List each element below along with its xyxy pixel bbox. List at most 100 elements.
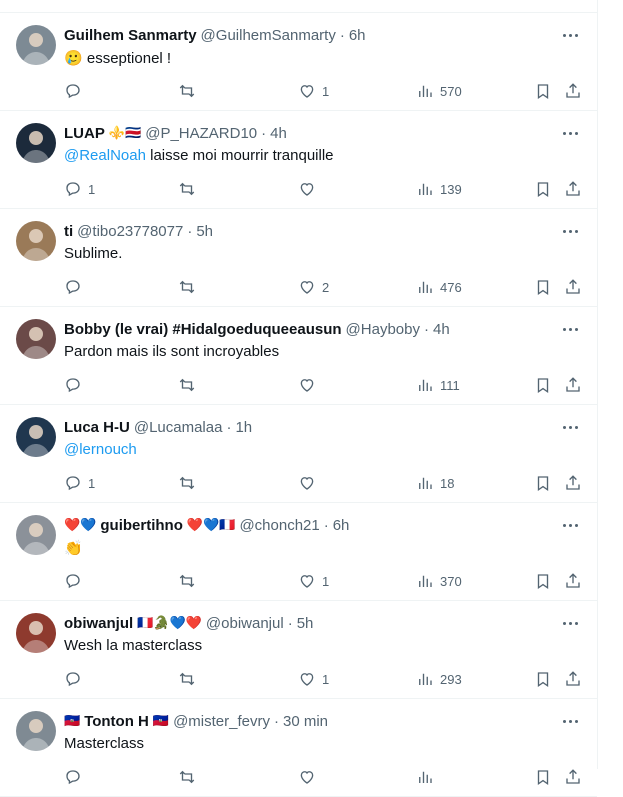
display-name[interactable]: ti [64, 223, 73, 240]
display-name[interactable]: guibertihno [100, 517, 183, 534]
bookmark-button[interactable] [534, 375, 552, 395]
timestamp[interactable]: 30 min [283, 713, 328, 730]
tweet[interactable]: obiwanjul 🇫🇷🐊💙❤️ @obiwanjul · 5h Wesh la mast… [0, 601, 597, 699]
more-button[interactable] [559, 223, 581, 239]
timestamp[interactable]: 1h [235, 419, 252, 436]
views-button[interactable]: 370 [416, 571, 462, 591]
avatar[interactable] [16, 25, 56, 65]
share-button[interactable] [564, 179, 582, 199]
reply-button[interactable] [64, 81, 88, 101]
handle[interactable]: @Lucamalaa [134, 419, 223, 436]
bookmark-icon [537, 84, 549, 100]
retweet-button[interactable] [178, 179, 196, 199]
more-button[interactable] [559, 419, 581, 435]
tweet[interactable]: Guilhem Sanmarty @GuilhemSanmarty · 6h 🥲 ess… [0, 13, 597, 111]
timestamp[interactable]: 6h [349, 27, 366, 44]
mention-link[interactable]: @lernouch [64, 441, 137, 458]
views-button[interactable]: 139 [416, 179, 462, 199]
bookmark-button[interactable] [534, 179, 552, 199]
reply-button[interactable]: 1 [64, 179, 95, 199]
avatar[interactable] [16, 319, 56, 359]
avatar[interactable] [16, 123, 56, 163]
reply-button[interactable] [64, 571, 88, 591]
bookmark-button[interactable] [534, 767, 552, 787]
bookmark-button[interactable] [534, 669, 552, 689]
display-name[interactable]: Guilhem Sanmarty [64, 27, 197, 44]
reply-button[interactable] [64, 375, 88, 395]
timestamp[interactable]: 4h [433, 321, 450, 338]
views-button[interactable] [416, 767, 440, 787]
views-button[interactable]: 18 [416, 473, 454, 493]
reply-button[interactable]: 1 [64, 473, 95, 493]
share-button[interactable] [564, 767, 582, 787]
bookmark-button[interactable] [534, 473, 552, 493]
display-name[interactable]: Tonton H [84, 713, 149, 730]
more-button[interactable] [559, 517, 581, 533]
avatar[interactable] [16, 221, 56, 261]
like-button[interactable] [298, 375, 322, 395]
tweet[interactable]: ti @tibo23778077 · 5h Sublime. 2 476 [0, 209, 597, 307]
handle[interactable]: @mister_fevry [173, 713, 270, 730]
views-button[interactable]: 570 [416, 81, 462, 101]
bookmark-button[interactable] [534, 571, 552, 591]
tweet[interactable]: Luca H-U @Lucamalaa · 1h @lernouch 1 18 [0, 405, 597, 503]
reply-button[interactable] [64, 277, 88, 297]
timestamp[interactable]: 5h [297, 615, 314, 632]
tweet[interactable]: LUAP ⚜️🇨🇷 @P_HAZARD10 · 4h @RealNoah laisse m… [0, 111, 597, 209]
handle[interactable]: @tibo23778077 [77, 223, 183, 240]
retweet-icon [179, 770, 195, 784]
more-button[interactable] [559, 27, 581, 43]
retweet-button[interactable] [178, 473, 196, 493]
handle[interactable]: @Hayboby [346, 321, 420, 338]
retweet-button[interactable] [178, 767, 196, 787]
views-button[interactable]: 111 [416, 375, 460, 395]
share-button[interactable] [564, 571, 582, 591]
timestamp[interactable]: 4h [270, 125, 287, 142]
display-name[interactable]: Luca H-U [64, 419, 130, 436]
more-button[interactable] [559, 615, 581, 631]
display-name[interactable]: Bobby (le vrai) #Hidalgoeduqueeausun [64, 321, 342, 338]
display-name[interactable]: LUAP [64, 125, 105, 142]
handle[interactable]: @P_HAZARD10 [145, 125, 257, 142]
bookmark-button[interactable] [534, 81, 552, 101]
bookmark-button[interactable] [534, 277, 552, 297]
like-button[interactable] [298, 473, 322, 493]
mention-link[interactable]: @RealNoah [64, 147, 146, 164]
share-button[interactable] [564, 473, 582, 493]
like-button[interactable] [298, 767, 322, 787]
avatar[interactable] [16, 613, 56, 653]
avatar[interactable] [16, 711, 56, 751]
reply-button[interactable] [64, 669, 88, 689]
like-button[interactable]: 1 [298, 571, 329, 591]
like-button[interactable]: 1 [298, 669, 329, 689]
like-button[interactable]: 2 [298, 277, 329, 297]
timestamp[interactable]: 6h [333, 517, 350, 534]
like-button[interactable]: 1 [298, 81, 329, 101]
share-button[interactable] [564, 81, 582, 101]
share-button[interactable] [564, 669, 582, 689]
retweet-button[interactable] [178, 669, 196, 689]
retweet-button[interactable] [178, 571, 196, 591]
more-button[interactable] [559, 713, 581, 729]
more-button[interactable] [559, 125, 581, 141]
views-button[interactable]: 476 [416, 277, 462, 297]
reply-button[interactable] [64, 767, 88, 787]
avatar[interactable] [16, 515, 56, 555]
tweet[interactable]: ❤️💙 guibertihno ❤️💙🇫🇷 @chonch21 · 6h 👏 1 370 [0, 503, 597, 601]
tweet[interactable]: Bobby (le vrai) #Hidalgoeduqueeausun @Hay… [0, 307, 597, 405]
avatar[interactable] [16, 417, 56, 457]
handle[interactable]: @obiwanjul [206, 615, 284, 632]
handle[interactable]: @chonch21 [239, 517, 319, 534]
handle[interactable]: @GuilhemSanmarty [201, 27, 336, 44]
like-button[interactable] [298, 179, 322, 199]
display-name[interactable]: obiwanjul [64, 615, 133, 632]
more-button[interactable] [559, 321, 581, 337]
retweet-button[interactable] [178, 375, 196, 395]
views-button[interactable]: 293 [416, 669, 462, 689]
share-button[interactable] [564, 277, 582, 297]
share-button[interactable] [564, 375, 582, 395]
timestamp[interactable]: 5h [196, 223, 213, 240]
retweet-button[interactable] [178, 81, 196, 101]
retweet-button[interactable] [178, 277, 196, 297]
tweet[interactable]: 🇭🇹 Tonton H 🇭🇹 @mister_fevry · 30 min Mastercl… [0, 699, 597, 797]
